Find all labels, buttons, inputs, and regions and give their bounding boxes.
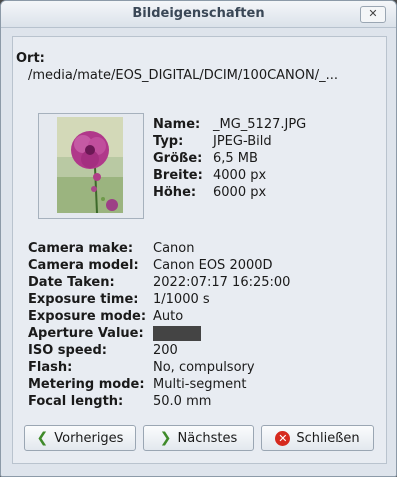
close-circle-icon: ✕ bbox=[275, 430, 291, 446]
exif-row-focal-length: Focal length: 50.0 mm bbox=[28, 394, 212, 409]
info-row-height: Höhe: 6000 px bbox=[153, 185, 267, 200]
flower-photo bbox=[57, 117, 123, 213]
exif-row-camera-make: Camera make: Canon bbox=[28, 241, 195, 256]
exif-row-metering-mode: Metering mode: Multi-segment bbox=[28, 377, 247, 392]
info-row-size: Größe: 6,5 MB bbox=[153, 151, 258, 166]
exif-row-flash: Flash: No, compulsory bbox=[28, 360, 255, 375]
next-button[interactable]: ❯ Nächstes bbox=[143, 425, 254, 451]
info-row-name: Name: _MG_5127.JPG bbox=[153, 117, 307, 132]
info-row-type: Typ: JPEG-Bild bbox=[153, 134, 272, 149]
exif-row-exposure-mode: Exposure mode: Auto bbox=[28, 309, 184, 324]
exif-row-camera-model: Camera model: Canon EOS 2000D bbox=[28, 258, 273, 273]
exif-row-aperture-value: Aperture Value: bbox=[28, 325, 290, 342]
close-button[interactable]: ✕ Schließen bbox=[261, 425, 374, 451]
location-path: /media/mate/EOS_DIGITAL/DCIM/100CANON/_.… bbox=[28, 68, 339, 83]
image-thumbnail bbox=[38, 113, 144, 219]
arrow-left-icon: ❮ bbox=[36, 430, 49, 446]
exif-row-exposure-time: Exposure time: 1/1000 s bbox=[28, 292, 210, 307]
info-row-width: Breite: 4000 px bbox=[153, 168, 267, 183]
title-bar: Bildeigenschaften ✕ bbox=[1, 1, 396, 28]
previous-button[interactable]: ❮ Vorheriges bbox=[24, 425, 136, 451]
exif-row-date-taken: Date Taken: 2022:07:17 16:25:00 bbox=[28, 275, 291, 290]
file-info: Name: _MG_5127.JPG Typ: JPEG-Bild Größe: 6,… bbox=[153, 116, 306, 201]
window-title: Bildeigenschaften bbox=[132, 6, 265, 21]
window-close-button[interactable]: ✕ bbox=[360, 6, 386, 23]
location-label: Ort: bbox=[16, 51, 45, 66]
exif-info: Camera make: Canon Camera model: Canon EOS… bbox=[28, 240, 290, 410]
arrow-right-icon: ❯ bbox=[159, 430, 172, 446]
redacted-value bbox=[153, 326, 201, 341]
exif-row-iso-speed: ISO speed: 200 bbox=[28, 343, 178, 358]
